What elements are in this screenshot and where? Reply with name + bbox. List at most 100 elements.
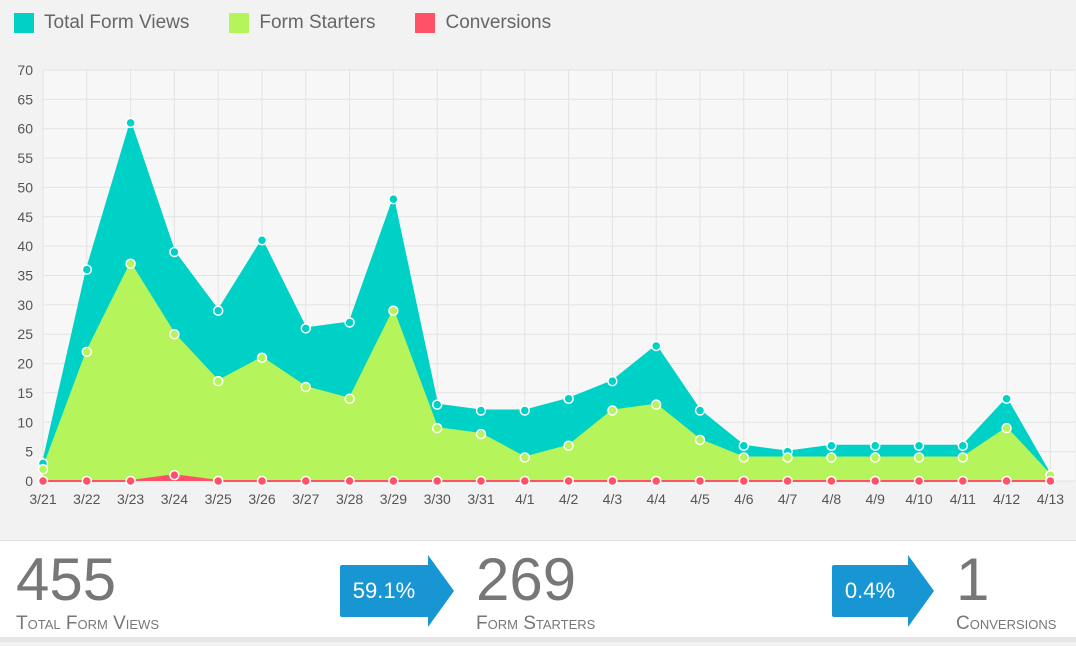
area-chart: 0 5 10 15 20 25 30 35 40 45 50 55 60 65 70 3/21 3/22 3/23… xyxy=(17,62,1075,507)
x-tick-label: 4/5 xyxy=(690,491,710,507)
y-tick-label: 15 xyxy=(17,385,33,401)
y-tick-label: 45 xyxy=(17,209,33,225)
data-point-conversions xyxy=(563,475,574,487)
y-tick-label: 20 xyxy=(17,356,33,372)
x-tick-label: 3/26 xyxy=(248,491,275,507)
data-point-conversions xyxy=(37,475,49,487)
x-tick-label: 4/6 xyxy=(734,491,754,507)
data-point-form-starters xyxy=(1001,422,1012,434)
data-point-form-starters xyxy=(782,452,793,463)
data-point-conversions xyxy=(650,475,662,487)
data-point-form-starters xyxy=(563,440,574,452)
data-point-total-form-views xyxy=(344,317,355,328)
data-point-form-starters xyxy=(607,405,618,416)
stat-total-form-views: 455 Total Form Views xyxy=(16,549,159,635)
data-point-total-form-views xyxy=(125,117,136,129)
data-point-total-form-views xyxy=(519,405,531,416)
data-point-form-starters xyxy=(256,352,268,363)
data-point-conversions xyxy=(1001,475,1012,487)
data-point-form-starters xyxy=(913,452,925,463)
y-tick-label: 10 xyxy=(17,414,33,430)
x-tick-label: 3/31 xyxy=(467,491,494,507)
stat-label: Conversions xyxy=(956,613,1057,634)
x-tick-label: 4/10 xyxy=(905,491,932,507)
summary-bar: 455 Total Form Views 59.1% 269 Form Star… xyxy=(0,540,1076,642)
y-tick-label: 60 xyxy=(17,121,33,137)
data-point-form-starters xyxy=(212,375,224,387)
x-tick-label: 4/8 xyxy=(822,491,842,507)
data-point-conversions xyxy=(431,475,443,487)
data-point-total-form-views xyxy=(738,440,750,452)
arrow-right-icon xyxy=(908,555,934,627)
x-tick-label: 3/24 xyxy=(161,491,188,507)
x-tick-label: 3/30 xyxy=(424,491,451,507)
data-point-total-form-views xyxy=(212,305,224,316)
x-tick-label: 4/3 xyxy=(603,491,623,507)
data-point-conversions xyxy=(607,475,618,487)
data-point-form-starters xyxy=(169,328,180,340)
data-point-conversions xyxy=(957,475,969,487)
conversion-rate-arrow-2: 0.4% xyxy=(832,555,934,627)
x-tick-label: 3/21 xyxy=(29,491,56,507)
stat-label: Total Form Views xyxy=(16,613,159,634)
x-tick-label: 4/12 xyxy=(993,491,1020,507)
data-point-form-starters xyxy=(519,452,531,463)
data-point-form-starters xyxy=(344,393,355,405)
data-point-conversions xyxy=(125,475,136,487)
data-point-form-starters xyxy=(738,452,750,463)
y-tick-label: 50 xyxy=(17,179,33,195)
x-tick-label: 4/7 xyxy=(778,491,798,507)
data-point-total-form-views xyxy=(256,235,268,246)
rate-value: 59.1% xyxy=(340,565,428,617)
rate-value: 0.4% xyxy=(832,565,908,617)
x-tick-label: 3/25 xyxy=(205,491,232,507)
data-point-form-starters xyxy=(826,452,837,463)
data-point-total-form-views xyxy=(388,193,399,205)
data-point-total-form-views xyxy=(81,264,93,275)
data-point-conversions xyxy=(913,475,925,487)
data-point-conversions xyxy=(212,475,224,487)
stat-number: 269 xyxy=(476,546,577,613)
stat-label: Form Starters xyxy=(476,613,596,634)
data-point-total-form-views xyxy=(694,405,706,416)
data-point-total-form-views xyxy=(300,323,312,334)
data-point-total-form-views xyxy=(869,440,881,452)
y-tick-label: 30 xyxy=(17,297,33,313)
x-tick-label: 3/28 xyxy=(336,491,363,507)
data-point-total-form-views xyxy=(563,393,574,405)
x-tick-label: 4/9 xyxy=(865,491,885,507)
data-point-conversions xyxy=(869,475,881,487)
data-point-form-starters xyxy=(650,399,662,410)
y-tick-label: 5 xyxy=(25,444,33,460)
data-point-form-starters xyxy=(37,464,49,475)
data-point-total-form-views xyxy=(431,399,443,410)
data-point-form-starters xyxy=(300,381,312,393)
data-point-form-starters xyxy=(431,422,443,434)
arrow-right-icon xyxy=(428,555,454,627)
data-point-conversions xyxy=(300,475,312,487)
x-tick-label: 4/2 xyxy=(559,491,579,507)
data-point-conversions xyxy=(1045,475,1056,487)
x-tick-label: 3/27 xyxy=(292,491,319,507)
data-point-form-starters xyxy=(694,434,706,446)
data-point-conversions xyxy=(169,469,180,481)
x-tick-label: 3/22 xyxy=(73,491,100,507)
x-tick-label: 4/11 xyxy=(950,491,976,507)
stat-conversions: 1 Conversions xyxy=(956,549,1056,635)
data-point-conversions xyxy=(344,475,355,487)
data-point-conversions xyxy=(519,475,531,487)
data-point-conversions xyxy=(256,475,268,487)
data-point-conversions xyxy=(388,475,399,487)
data-point-total-form-views xyxy=(475,405,487,416)
x-tick-label: 4/1 xyxy=(515,491,535,507)
data-point-total-form-views xyxy=(826,440,837,452)
conversion-rate-arrow-1: 59.1% xyxy=(340,555,454,627)
data-point-total-form-views xyxy=(1001,393,1012,405)
y-tick-label: 25 xyxy=(17,326,33,342)
stat-number: 455 xyxy=(16,546,117,613)
data-point-total-form-views xyxy=(607,375,618,387)
data-point-conversions xyxy=(738,475,750,487)
x-tick-label: 3/29 xyxy=(380,491,407,507)
data-point-conversions xyxy=(694,475,706,487)
y-tick-label: 35 xyxy=(17,268,33,284)
